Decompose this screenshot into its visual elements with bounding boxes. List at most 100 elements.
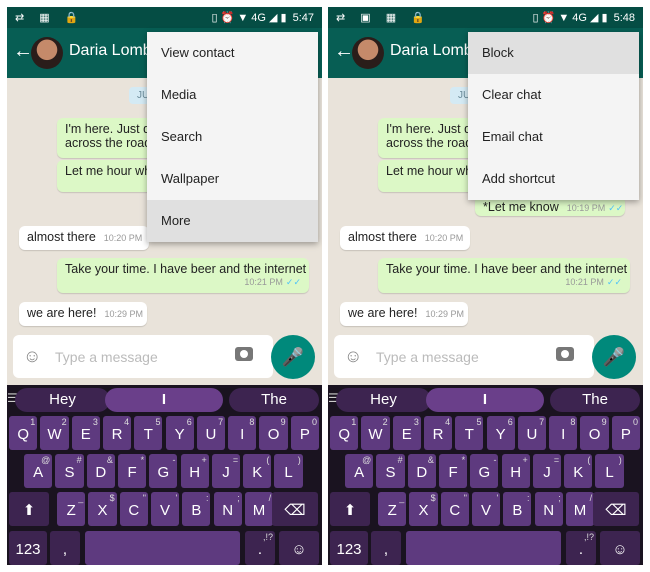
camera-icon[interactable] bbox=[556, 347, 574, 361]
key-i[interactable]: I8 bbox=[549, 416, 578, 450]
numbers-key[interactable]: 123 bbox=[330, 531, 368, 565]
key-g[interactable]: G- bbox=[470, 454, 499, 488]
key-v[interactable]: V ' bbox=[150, 492, 180, 526]
key-l[interactable]: L) bbox=[274, 454, 303, 488]
avatar[interactable] bbox=[31, 37, 63, 69]
menu-item[interactable]: Block bbox=[468, 32, 639, 74]
period-key[interactable]: .,!? bbox=[245, 531, 275, 565]
key-s[interactable]: S # bbox=[376, 454, 405, 488]
key-y[interactable]: Y6 bbox=[165, 416, 194, 450]
message-input[interactable]: ☺ Type a message bbox=[334, 335, 594, 378]
key-v[interactable]: V ' bbox=[471, 492, 501, 526]
key-h[interactable]: H + bbox=[180, 454, 209, 488]
key-u[interactable]: U7 bbox=[196, 416, 226, 450]
suggestion[interactable]: I bbox=[426, 388, 544, 412]
emoji-enter-key[interactable]: ☺ bbox=[279, 531, 319, 565]
back-arrow-icon[interactable]: ← bbox=[13, 40, 33, 63]
key-k[interactable]: K( bbox=[564, 454, 593, 488]
key-hint: 7 bbox=[218, 417, 224, 427]
numbers-key[interactable]: 123 bbox=[9, 531, 47, 565]
key-n[interactable]: N; bbox=[213, 492, 242, 526]
suggestion[interactable]: Hey bbox=[336, 388, 431, 412]
key-t[interactable]: T5 bbox=[455, 416, 484, 450]
key-wrap: K( bbox=[564, 454, 592, 488]
key-l[interactable]: L) bbox=[595, 454, 624, 488]
menu-item[interactable]: Add shortcut bbox=[468, 158, 639, 200]
key-j[interactable]: J = bbox=[532, 454, 562, 488]
key-q[interactable]: Q1 bbox=[9, 416, 38, 450]
key-p[interactable]: P0 bbox=[611, 416, 640, 450]
key-c[interactable]: C " bbox=[440, 492, 469, 526]
emoji-icon[interactable]: ☺ bbox=[344, 346, 362, 367]
camera-icon[interactable] bbox=[235, 347, 253, 361]
emoji-icon[interactable]: ☺ bbox=[23, 346, 41, 367]
key-h[interactable]: H + bbox=[501, 454, 530, 488]
key-d[interactable]: D & bbox=[86, 454, 115, 488]
key-j[interactable]: J = bbox=[211, 454, 241, 488]
suggestion[interactable]: The bbox=[550, 388, 640, 412]
key-r[interactable]: R4 bbox=[423, 416, 453, 450]
key-k[interactable]: K( bbox=[243, 454, 272, 488]
suggestion[interactable]: I bbox=[105, 388, 223, 412]
key-y[interactable]: Y6 bbox=[486, 416, 515, 450]
menu-item[interactable]: More bbox=[147, 200, 318, 242]
key-label: X bbox=[418, 502, 429, 519]
key-b[interactable]: B: bbox=[503, 492, 532, 526]
backspace-key[interactable]: ⌫ bbox=[272, 492, 318, 526]
period-key[interactable]: .,!? bbox=[566, 531, 596, 565]
mic-button[interactable]: 🎤 bbox=[592, 335, 636, 379]
key-label: S bbox=[64, 464, 75, 481]
menu-item[interactable]: Search bbox=[147, 116, 318, 158]
key-o[interactable]: O9 bbox=[259, 416, 288, 450]
key-r[interactable]: R4 bbox=[102, 416, 132, 450]
key-o[interactable]: O9 bbox=[580, 416, 609, 450]
shift-key[interactable]: ⬆ bbox=[9, 492, 49, 526]
key-m[interactable]: M / bbox=[244, 492, 274, 526]
avatar[interactable] bbox=[352, 37, 384, 69]
emoji-enter-key[interactable]: ☺ bbox=[600, 531, 640, 565]
backspace-key[interactable]: ⌫ bbox=[593, 492, 639, 526]
key-z[interactable]: Z _ bbox=[378, 492, 407, 526]
suggestion[interactable]: Hey bbox=[15, 388, 110, 412]
key-z[interactable]: Z _ bbox=[57, 492, 86, 526]
key-i[interactable]: I8 bbox=[228, 416, 257, 450]
read-ticks-icon: ✓✓ bbox=[606, 277, 622, 287]
key-c[interactable]: C " bbox=[119, 492, 148, 526]
key-a[interactable]: A @ bbox=[345, 454, 374, 488]
key-b[interactable]: B: bbox=[182, 492, 211, 526]
key-g[interactable]: G- bbox=[149, 454, 178, 488]
key-e[interactable]: E3 bbox=[71, 416, 100, 450]
key-t[interactable]: T5 bbox=[134, 416, 163, 450]
menu-item[interactable]: Media bbox=[147, 74, 318, 116]
key-w[interactable]: W2 bbox=[40, 416, 69, 450]
key-f[interactable]: F * bbox=[438, 454, 468, 488]
comma-key[interactable]: , bbox=[371, 531, 401, 565]
key-u[interactable]: U7 bbox=[517, 416, 547, 450]
key-p[interactable]: P0 bbox=[290, 416, 319, 450]
key-a[interactable]: A @ bbox=[24, 454, 53, 488]
overflow-menu: Block Clear chat Email chat Add shortcut bbox=[468, 32, 639, 200]
key-m[interactable]: M / bbox=[565, 492, 595, 526]
back-arrow-icon[interactable]: ← bbox=[334, 40, 354, 63]
suggestion[interactable]: The bbox=[229, 388, 319, 412]
menu-item[interactable]: View contact bbox=[147, 32, 318, 74]
menu-item[interactable]: Wallpaper bbox=[147, 158, 318, 200]
comma-key[interactable]: , bbox=[50, 531, 80, 565]
key-w[interactable]: W2 bbox=[361, 416, 390, 450]
shift-key[interactable]: ⬆ bbox=[330, 492, 370, 526]
space-bar[interactable] bbox=[406, 531, 561, 565]
key-x[interactable]: X $ bbox=[88, 492, 117, 526]
key-q[interactable]: Q1 bbox=[330, 416, 359, 450]
key-n[interactable]: N; bbox=[534, 492, 563, 526]
key-x[interactable]: X $ bbox=[409, 492, 438, 526]
key-e[interactable]: E3 bbox=[392, 416, 421, 450]
menu-item[interactable]: Email chat bbox=[468, 116, 639, 158]
key-d[interactable]: D & bbox=[407, 454, 436, 488]
space-bar[interactable] bbox=[85, 531, 240, 565]
message-input[interactable]: ☺ Type a message bbox=[13, 335, 273, 378]
key-f[interactable]: F * bbox=[117, 454, 147, 488]
message-bubble: we are here! 10:29 PM bbox=[340, 302, 468, 326]
key-s[interactable]: S # bbox=[55, 454, 84, 488]
menu-item[interactable]: Clear chat bbox=[468, 74, 639, 116]
mic-button[interactable]: 🎤 bbox=[271, 335, 315, 379]
